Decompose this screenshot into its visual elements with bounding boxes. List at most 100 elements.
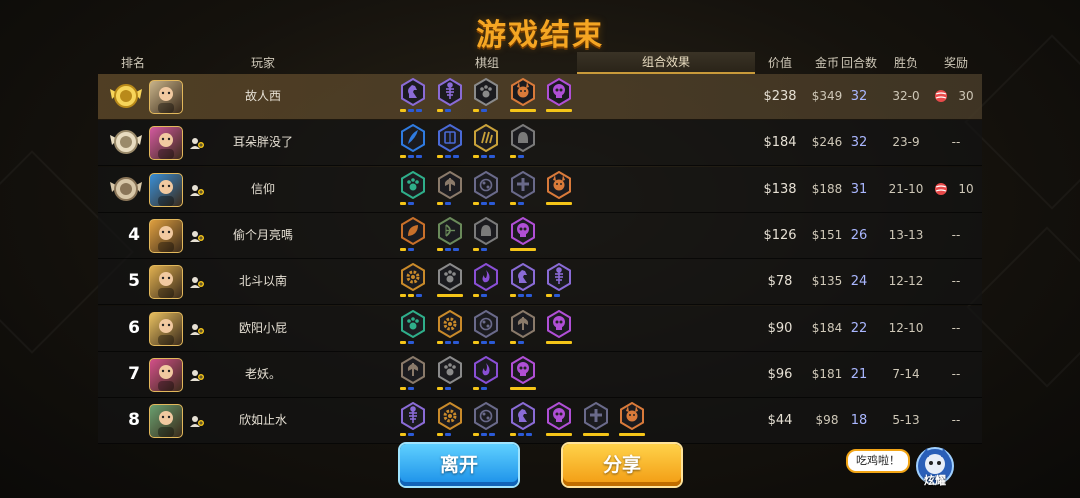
header-lineup[interactable]: 棋组 [398,52,576,74]
add-friend-icon[interactable] [190,368,204,382]
trait-flame[interactable] [471,263,501,301]
trait-level-bar [546,433,572,437]
player-name[interactable]: 北斗以南 [208,259,318,304]
table-row[interactable]: 7 老妖。 $96 $181 21 7-14 -- [98,351,982,398]
player-name[interactable]: 欧阳小屁 [208,306,318,351]
trait-book[interactable] [435,124,465,162]
trait-skull[interactable] [508,355,538,394]
skull-icon [547,309,571,338]
avatar[interactable] [149,265,183,300]
silver-medal-icon [110,130,142,155]
trait-level-bar [408,433,414,437]
share-button[interactable]: 分享 [563,444,681,486]
fishbone-icon [547,263,571,292]
axe-icon [401,355,425,384]
trait-skull[interactable] [544,78,574,116]
candy-reward-icon [935,182,947,195]
table-row[interactable]: 6 欧阳小屁 $90 $184 22 12-10 -- [98,305,982,352]
player-name[interactable]: 耳朵胖没了 [208,120,318,165]
trait-level-bar [473,201,479,205]
trait-bow[interactable] [435,216,465,255]
trait-demon[interactable] [544,170,574,209]
trait-feather[interactable] [398,124,428,162]
add-friend-icon[interactable] [190,229,204,243]
trait-gear[interactable] [435,309,465,348]
trait-level-bar [408,386,414,390]
avatar[interactable] [149,80,183,114]
trait-fishbone[interactable] [435,78,465,116]
trait-axe[interactable] [508,309,538,348]
trait-knight[interactable] [398,78,428,116]
header-rounds: 回合数 [840,56,877,70]
trait-level-bar [509,294,516,298]
rounds-count: 18 [850,413,868,429]
table-row[interactable]: 8 欣如止水 $44 $98 18 5-13 -- [98,398,982,445]
trait-helmet[interactable] [471,216,501,255]
avatar[interactable] [149,172,183,207]
add-friend-icon[interactable] [190,322,204,336]
player-name[interactable]: 偷个月亮嗎 [208,213,318,258]
orb-icon [474,402,498,431]
trait-flame[interactable] [471,355,501,394]
table-row[interactable]: 耳朵胖没了 $184 $246 32 23-9 -- [98,120,982,167]
table-row[interactable]: 5 北斗以南 $78 $135 24 12-12 -- [98,259,982,306]
trait-paw[interactable] [471,78,501,116]
helmet-icon [510,124,535,153]
leave-button[interactable]: 离开 [400,444,518,486]
add-friend-icon[interactable] [190,414,204,428]
trait-skull[interactable] [544,402,574,440]
reward-amount: -- [951,366,961,381]
trait-cross[interactable] [581,402,611,440]
table-row[interactable]: 故人西 $238 $349 32 32-0 30 [98,74,982,120]
avatar[interactable] [149,404,183,439]
demon-icon [510,78,535,106]
trait-helmet[interactable] [508,124,538,162]
trait-paw[interactable] [398,170,428,209]
add-friend-icon[interactable] [190,275,204,289]
trait-paw[interactable] [435,355,465,394]
trait-cross[interactable] [508,170,538,209]
trait-orb[interactable] [471,402,501,440]
player-name[interactable]: 欣如止水 [208,398,318,443]
trait-level-bar [436,247,443,251]
trait-demon[interactable] [508,78,538,116]
trait-orb[interactable] [471,309,501,348]
player-name[interactable]: 老妖。 [208,352,318,397]
table-row[interactable]: 4 偷个月亮嗎 $126 $151 26 13-13 -- [98,212,982,259]
trait-level-bar [509,386,536,390]
avatar[interactable] [149,357,183,392]
trait-orb[interactable] [471,170,501,209]
trait-knight[interactable] [508,263,538,301]
trait-demon[interactable] [617,402,647,440]
trait-knight[interactable] [508,402,538,440]
gear-icon [401,263,425,292]
avatar[interactable] [149,126,183,161]
table-row[interactable]: 信仰 $138 $188 31 21-10 10 [98,166,982,213]
rounds-count: 21 [850,366,868,382]
trait-axe[interactable] [435,170,465,209]
tab-combo-effects[interactable]: 组合效果 [577,52,755,74]
avatar[interactable] [149,311,183,346]
trait-paw[interactable] [398,309,428,348]
trait-gear[interactable] [398,263,428,301]
trait-level-bar [473,433,479,437]
trait-claw[interactable] [471,124,501,162]
player-name[interactable]: 信仰 [208,167,318,212]
add-friend-icon[interactable] [190,183,204,197]
demon-icon [547,170,571,199]
trait-paw[interactable] [435,263,465,301]
player-name[interactable]: 故人西 [208,74,318,119]
add-friend-icon[interactable] [190,136,204,150]
trait-leaf[interactable] [398,216,428,255]
trait-skull[interactable] [508,216,538,255]
knight-icon [401,78,425,106]
trait-level-bar [525,294,532,298]
trait-level-bar [517,340,524,344]
trait-level-bar [436,386,443,390]
trait-fishbone[interactable] [544,263,574,301]
trait-skull[interactable] [544,309,574,348]
avatar[interactable] [149,218,183,253]
trait-fishbone[interactable] [398,402,428,440]
trait-axe[interactable] [398,355,428,394]
trait-gear[interactable] [435,402,465,440]
